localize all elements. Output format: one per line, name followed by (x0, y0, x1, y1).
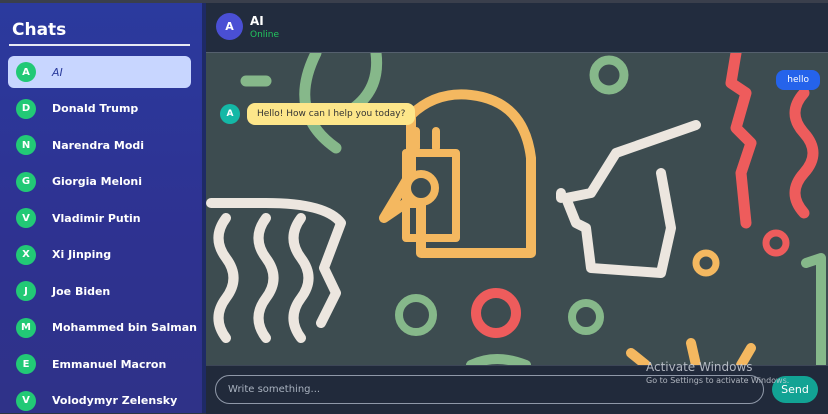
chat-item-mohammed-bin-salman[interactable]: M Mohammed bin Salman (8, 312, 197, 344)
chat-item-label: Joe Biden (52, 284, 111, 298)
chat-item-label: Emmanuel Macron (52, 357, 167, 371)
sidebar-title-divider (9, 44, 190, 46)
send-button[interactable]: Send (772, 376, 818, 403)
incoming-message: Hello! How can I help you today? (247, 103, 416, 125)
chat-item-vladimir-putin[interactable]: V Vladimir Putin (8, 202, 191, 234)
chat-item-label: Giorgia Meloni (52, 175, 143, 188)
chat-item-label: Xi Jinping (52, 248, 112, 261)
avatar: E (16, 354, 36, 374)
background-pattern (206, 53, 826, 365)
outgoing-message: hello (776, 70, 820, 90)
chat-item-donald-trump[interactable]: D Donald Trump (8, 93, 191, 125)
chat-item-label: Vladimir Putin (52, 211, 141, 225)
message-input[interactable] (215, 375, 764, 404)
sidebar-title: Chats (12, 20, 67, 40)
chat-item-emmanuel-macron[interactable]: E Emmanuel Macron (8, 348, 191, 380)
chat-item-label: Donald Trump (52, 102, 139, 115)
chat-header: A AI Online (206, 3, 828, 53)
incoming-message-row: A Hello! How can I help you today? (220, 103, 416, 125)
avatar: J (16, 281, 36, 301)
chat-item-xi-jinping[interactable]: X Xi Jinping (8, 239, 191, 271)
chat-panel: A AI Online hello A Hello! How can I hel… (206, 3, 828, 414)
message-composer: Send (206, 365, 828, 414)
chat-item-joe-biden[interactable]: J Joe Biden (8, 275, 191, 307)
avatar: G (16, 171, 36, 192)
avatar: A (220, 104, 240, 124)
avatar: M (16, 317, 36, 338)
chat-sidebar: Chats A AI D Donald Trump N Narendra Mod… (0, 3, 202, 413)
avatar: A (216, 13, 243, 40)
chat-item-label: Narendra Modi (52, 138, 145, 152)
chat-item-label: Volodymyr Zelensky (52, 394, 178, 407)
contact-name: AI (250, 14, 264, 28)
chat-item-volodymyr-zelensky[interactable]: V Volodymyr Zelensky (8, 385, 191, 414)
avatar: N (16, 135, 36, 155)
avatar: A (16, 62, 36, 82)
online-status: Online (250, 30, 280, 40)
chat-list: A AI D Donald Trump N Narendra Modi G Gi… (8, 56, 197, 414)
avatar: V (16, 390, 36, 411)
chat-item-giorgia-meloni[interactable]: G Giorgia Meloni (8, 166, 191, 198)
avatar: V (16, 208, 36, 228)
chat-item-narendra-modi[interactable]: N Narendra Modi (8, 129, 191, 161)
chat-item-label: Mohammed bin Salman (52, 321, 197, 334)
message-area: hello A Hello! How can I help you today? (206, 53, 828, 365)
chat-item-label: AI (52, 65, 63, 79)
chat-item-ai[interactable]: A AI (8, 56, 191, 88)
avatar: D (16, 98, 36, 119)
avatar: X (16, 244, 36, 265)
